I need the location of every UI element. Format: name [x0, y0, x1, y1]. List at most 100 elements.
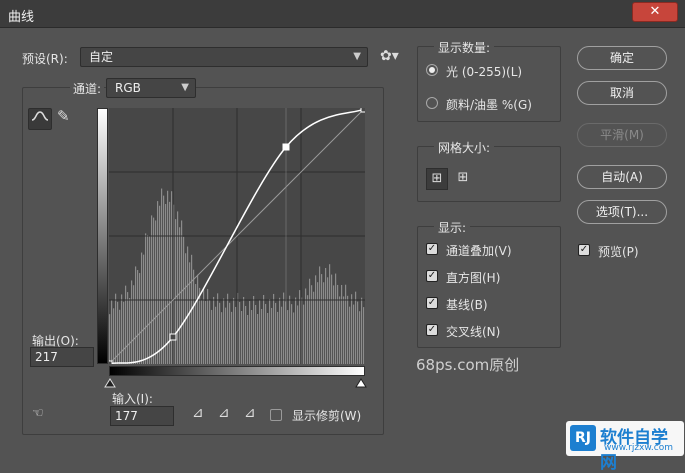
histogram-bar: [157, 201, 159, 364]
histogram-bar: [357, 301, 359, 364]
close-button[interactable]: ✕: [632, 2, 678, 22]
histogram-bar: [331, 274, 333, 364]
histogram-bar: [281, 306, 283, 364]
histogram-bar: [219, 302, 221, 364]
histogram-bar: [159, 205, 161, 364]
histogram-bar: [221, 312, 223, 364]
curve-point[interactable]: [360, 108, 365, 113]
channel-overlay-label: 通道叠加(V): [446, 244, 512, 258]
histogram-bar: [333, 285, 335, 364]
histogram-bar: [347, 295, 349, 364]
hand-adjust-icon[interactable]: ☜: [32, 406, 44, 421]
histogram-bar: [131, 280, 133, 364]
histogram-bar: [233, 297, 235, 364]
histogram-bar: [203, 289, 205, 364]
histogram-bar: [177, 211, 179, 364]
output-field[interactable]: 217: [30, 347, 94, 367]
intersection-line-label: 交叉线(N): [446, 325, 501, 339]
histogram-checkbox[interactable]: ✓: [426, 270, 438, 282]
preset-value: 自定: [89, 50, 114, 64]
pencil-icon[interactable]: ✎: [57, 107, 70, 125]
histogram-bar: [135, 266, 137, 364]
channel-value: RGB: [115, 81, 141, 95]
baseline-checkbox[interactable]: ✓: [426, 297, 438, 309]
window-title: 曲线: [8, 10, 35, 25]
histogram-bar: [265, 303, 267, 364]
gear-icon[interactable]: ✿▾: [380, 48, 399, 64]
histogram-bar: [241, 310, 243, 364]
curve-point[interactable]: [109, 360, 113, 364]
histogram-bar: [253, 295, 255, 364]
simple-grid-button[interactable]: ⊞: [426, 168, 448, 190]
options-button[interactable]: 选项(T)...: [577, 200, 667, 224]
histogram-bar: [269, 298, 271, 364]
histogram-bar: [139, 273, 141, 364]
histogram-bar: [249, 300, 251, 364]
white-point-slider[interactable]: [355, 378, 367, 388]
histogram-bar: [187, 246, 189, 364]
curve-icon: [31, 111, 49, 121]
watermark-text: 68ps.com原创: [416, 356, 520, 374]
show-clipping-checkbox[interactable]: [270, 409, 282, 421]
histogram-bar: [209, 299, 211, 364]
light-radio-label: 光 (0-255)(L): [446, 65, 523, 79]
histogram-bar: [321, 274, 323, 364]
histogram-bar: [313, 291, 315, 364]
histogram-label: 直方图(H): [446, 271, 501, 285]
histogram-bar: [215, 306, 217, 364]
show-clipping-label: 显示修剪(W): [292, 409, 362, 423]
input-field[interactable]: 177: [110, 406, 174, 426]
histogram-bar: [199, 287, 201, 364]
histogram-bar: [277, 311, 279, 364]
histogram-bar: [109, 314, 111, 364]
curve-graph[interactable]: [109, 108, 365, 364]
histogram-bar: [179, 227, 181, 364]
histogram-bar: [251, 309, 253, 364]
pigment-radio[interactable]: [426, 97, 438, 109]
cancel-button[interactable]: 取消: [577, 81, 667, 105]
curve-tool-button[interactable]: [28, 108, 52, 130]
smooth-button[interactable]: 平滑(M): [577, 123, 667, 147]
input-sliders: [104, 378, 367, 388]
curve-point[interactable]: [169, 333, 177, 341]
channel-label: 通道:: [70, 80, 105, 97]
white-eyedropper-icon[interactable]: ⊿: [244, 405, 256, 421]
channel-select[interactable]: RGB ▼: [106, 78, 196, 98]
curve-point[interactable]: [282, 143, 290, 151]
preview-checkbox[interactable]: ✓: [578, 244, 590, 256]
histogram-bar: [193, 269, 195, 364]
histogram-bar: [115, 293, 117, 364]
histogram-bar: [303, 304, 305, 364]
histogram-bar: [335, 273, 337, 364]
chevron-down-icon: ▼: [353, 51, 361, 62]
preset-select[interactable]: 自定 ▼: [80, 47, 368, 67]
histogram-bar: [121, 294, 123, 364]
black-eyedropper-icon[interactable]: ⊿: [192, 405, 204, 421]
histogram-bar: [227, 293, 229, 364]
detailed-grid-button[interactable]: ⊞: [452, 168, 474, 190]
light-radio[interactable]: [426, 64, 438, 76]
baseline-label: 基线(B): [446, 298, 488, 312]
gray-eyedropper-icon[interactable]: ⊿: [218, 405, 230, 421]
histogram-bar: [359, 311, 361, 364]
title-bar: 曲线 ✕: [0, 0, 685, 28]
histogram-bar: [201, 300, 203, 364]
intersection-line-checkbox[interactable]: ✓: [426, 324, 438, 336]
histogram-bar: [175, 219, 177, 364]
ok-button[interactable]: 确定: [577, 46, 667, 70]
histogram-bar: [345, 284, 347, 364]
auto-button[interactable]: 自动(A): [577, 165, 667, 189]
histogram-bar: [307, 295, 309, 364]
histogram-bar: [317, 282, 319, 364]
histogram-bar: [243, 296, 245, 364]
histogram-bar: [211, 309, 213, 364]
histogram-bar: [185, 253, 187, 364]
histogram-bar: [363, 307, 365, 364]
histogram-bar: [349, 306, 351, 364]
black-point-slider[interactable]: [104, 378, 116, 388]
histogram-bar: [195, 284, 197, 364]
channel-overlay-checkbox[interactable]: ✓: [426, 243, 438, 255]
preview-label: 预览(P): [598, 245, 639, 259]
histogram-bar: [197, 274, 199, 364]
input-gradient-bar: [109, 366, 365, 376]
